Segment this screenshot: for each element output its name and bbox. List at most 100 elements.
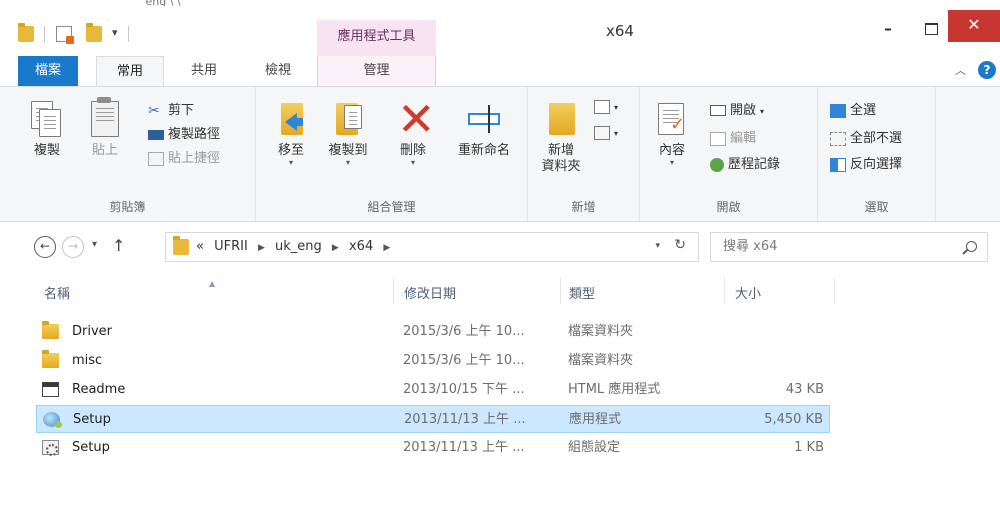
address-folder-icon	[173, 236, 189, 255]
breadcrumb-item[interactable]: x64	[349, 239, 373, 254]
move-to-button[interactable]: 移至 ▾	[266, 99, 316, 167]
ribbon-collapse-icon[interactable]: ︿	[955, 62, 966, 78]
file-row[interactable]: Readme 2013/10/15 下午 ... HTML 應用程式 43 KB	[36, 376, 830, 404]
breadcrumb-separator-icon[interactable]: ▶	[258, 243, 265, 253]
breadcrumb-separator-icon[interactable]: ▶	[383, 243, 390, 253]
copy-to-button[interactable]: 複製到 ▾	[320, 99, 376, 167]
refresh-icon[interactable]: ↻	[674, 237, 686, 253]
open-group: ✓ 內容 ▾ 開啟 ▾ 編輯 歷程記錄 開啟	[640, 87, 818, 221]
tab-file[interactable]: 檔案	[18, 56, 78, 86]
new-folder-label-line2: 資料夾	[541, 159, 581, 174]
recent-locations-dropdown-icon[interactable]: ▾	[92, 239, 97, 250]
folder-icon	[42, 350, 59, 368]
file-name: Setup	[73, 412, 111, 427]
breadcrumb-item[interactable]: UFRII	[214, 239, 248, 254]
minimize-button[interactable]: –	[870, 14, 906, 44]
close-button[interactable]: ✕	[948, 10, 1000, 42]
help-icon[interactable]: ?	[978, 61, 996, 79]
invert-selection-button[interactable]: 反向選擇	[830, 155, 902, 175]
column-header-date[interactable]: 修改日期	[404, 283, 456, 302]
open-icon	[710, 105, 726, 116]
edit-icon	[710, 131, 726, 146]
column-header-type[interactable]: 類型	[569, 283, 595, 302]
sort-indicator-icon: ▲	[209, 279, 216, 288]
back-button[interactable]: ←	[34, 236, 56, 258]
paste-shortcut-label: 貼上捷徑	[168, 151, 221, 166]
copy-path-label: 複製路徑	[168, 127, 221, 142]
new-group-label: 新增	[571, 200, 596, 214]
paste-icon	[87, 97, 123, 139]
search-placeholder[interactable]: 搜尋 x64	[723, 233, 777, 261]
tab-share[interactable]: 共用	[176, 56, 232, 86]
file-name: Driver	[72, 324, 113, 339]
forward-button[interactable]: →	[62, 236, 84, 258]
column-divider[interactable]	[393, 278, 394, 304]
title-bar: ▾	[0, 0, 1000, 56]
address-bar[interactable]: « UFRII ▶ uk_eng ▶ x64 ▶ ▾ ↻	[165, 232, 699, 262]
history-icon	[710, 157, 724, 172]
edit-button[interactable]: 編輯	[710, 129, 756, 149]
new-folder-label-line1: 新增	[547, 143, 574, 158]
open-button[interactable]: 開啟 ▾	[710, 101, 764, 121]
new-folder-quick-icon[interactable]	[86, 23, 102, 42]
column-header-name[interactable]: 名稱	[44, 283, 70, 302]
file-date: 2015/3/6 上午 10...	[403, 324, 525, 339]
ribbon: 複製 貼上 ✂ 剪下 複製路徑 貼上捷徑 剪貼簿 移至 ▾ 複製到 ▾ ✕ 刪除…	[0, 86, 1000, 222]
select-none-icon	[830, 131, 846, 146]
copy-to-dropdown-icon: ▾	[345, 158, 350, 167]
clipboard-group: 複製 貼上 ✂ 剪下 複製路徑 貼上捷徑 剪貼簿	[0, 87, 256, 221]
copy-icon	[29, 99, 65, 139]
delete-icon: ✕	[397, 92, 436, 146]
properties-quick-icon[interactable]	[56, 26, 74, 44]
select-none-button[interactable]: 全部不選	[830, 129, 902, 149]
copy-path-button[interactable]: 複製路徑	[148, 125, 220, 145]
file-row-selected[interactable]: Setup 2013/11/13 上午 ... 應用程式 5,450 KB	[36, 405, 830, 433]
select-all-button[interactable]: 全選	[830, 101, 876, 121]
up-button[interactable]: ↑	[112, 236, 125, 255]
new-folder-icon	[543, 99, 579, 139]
easy-access-button[interactable]: ▾	[594, 123, 618, 143]
copy-to-label: 複製到	[328, 143, 368, 158]
column-divider[interactable]	[724, 278, 725, 304]
column-header-size[interactable]: 大小	[735, 283, 761, 302]
breadcrumb-overflow[interactable]: «	[196, 239, 204, 254]
tab-manage[interactable]: 管理	[317, 56, 436, 86]
breadcrumb-item[interactable]: uk_eng	[275, 239, 322, 254]
search-icon[interactable]	[966, 241, 977, 252]
cut-button[interactable]: ✂ 剪下	[148, 101, 194, 121]
window-title: x64	[606, 22, 634, 40]
properties-dropdown-icon: ▾	[669, 158, 674, 167]
breadcrumb-separator-icon[interactable]: ▶	[332, 243, 339, 253]
paste-button[interactable]: 貼上	[80, 97, 130, 159]
new-folder-button[interactable]: 新增 資料夾	[536, 99, 586, 175]
search-box[interactable]: 搜尋 x64	[710, 232, 988, 262]
file-type: 應用程式	[569, 412, 622, 427]
tab-home[interactable]: 常用	[96, 56, 164, 87]
new-item-button[interactable]: ▾	[594, 97, 618, 117]
column-divider[interactable]	[834, 278, 835, 304]
delete-button[interactable]: ✕ 刪除 ▾	[388, 92, 438, 167]
maximize-button[interactable]	[916, 14, 946, 44]
rename-button[interactable]: 重新命名	[448, 99, 520, 159]
paste-shortcut-icon	[148, 151, 164, 166]
delete-dropdown-icon: ▾	[410, 158, 415, 167]
config-file-icon	[42, 440, 59, 456]
history-button[interactable]: 歷程記錄	[710, 155, 780, 175]
file-name: Setup	[72, 440, 110, 455]
file-row[interactable]: Setup 2013/11/13 上午 ... 組態設定 1 KB	[36, 434, 830, 462]
previous-title-fragment: _eng \ \	[140, 0, 840, 6]
properties-button[interactable]: ✓ 內容 ▾	[648, 99, 696, 167]
window-folder-icon	[18, 23, 34, 42]
tab-view[interactable]: 檢視	[250, 56, 306, 86]
copy-button[interactable]: 複製	[22, 99, 72, 159]
column-divider[interactable]	[560, 278, 561, 304]
file-size: 1 KB	[794, 440, 824, 455]
file-row[interactable]: Driver 2015/3/6 上午 10... 檔案資料夾	[36, 318, 830, 346]
address-history-dropdown-icon[interactable]: ▾	[655, 241, 660, 251]
new-item-icon	[594, 99, 610, 114]
paste-shortcut-button[interactable]: 貼上捷徑	[148, 149, 220, 169]
rename-label: 重新命名	[457, 143, 510, 158]
copy-label: 複製	[33, 143, 60, 158]
quick-access-dropdown-icon[interactable]: ▾	[112, 26, 118, 39]
file-row[interactable]: misc 2015/3/6 上午 10... 檔案資料夾	[36, 347, 830, 375]
